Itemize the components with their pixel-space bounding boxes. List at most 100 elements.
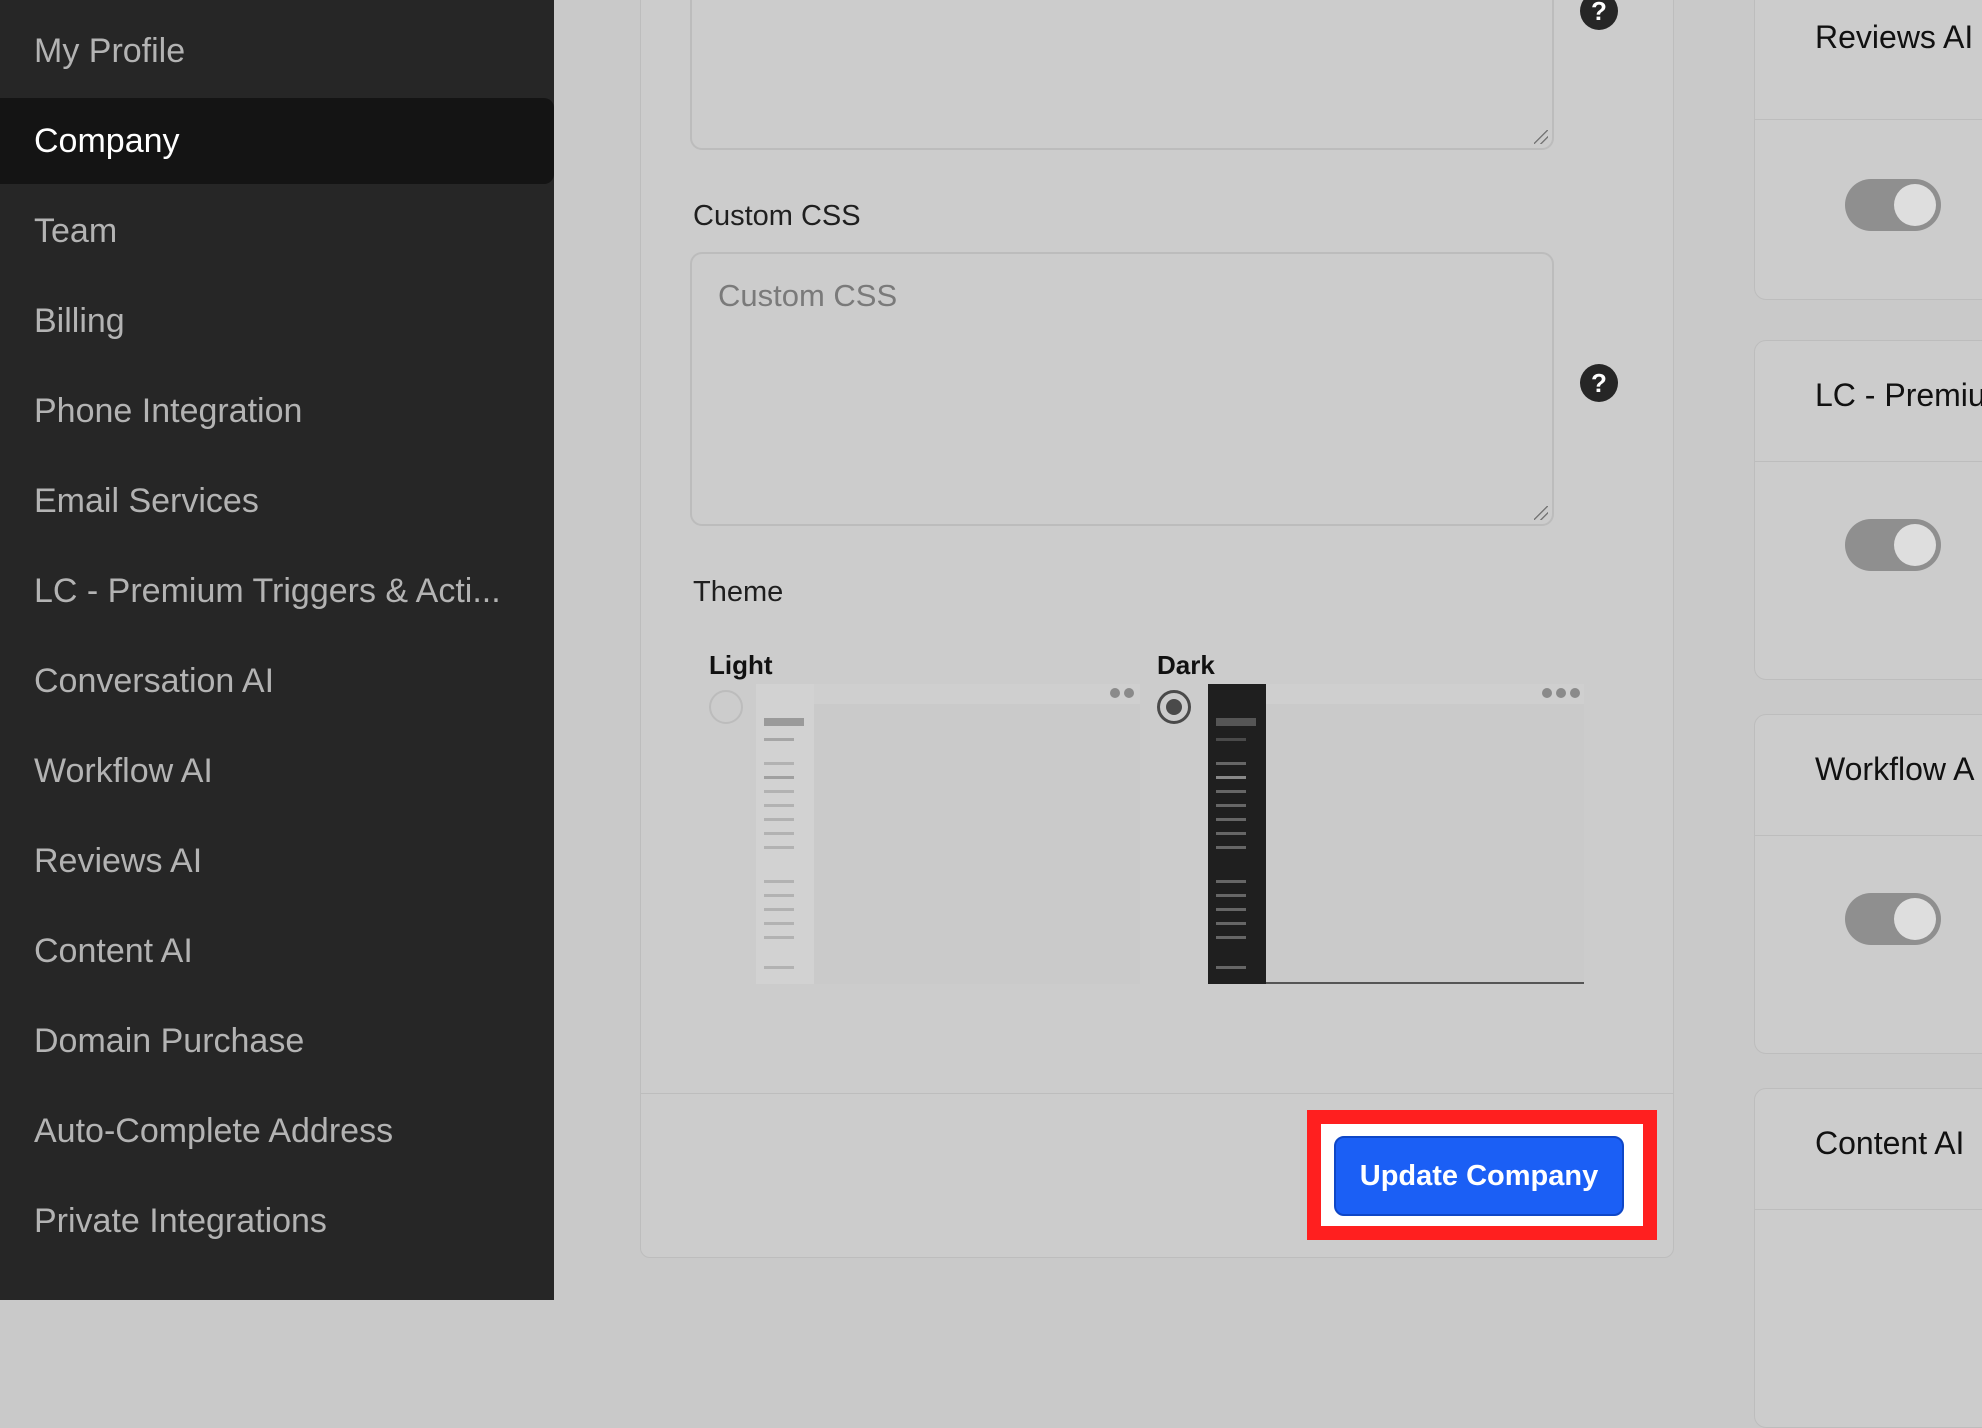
preview-line	[764, 922, 794, 925]
preview-line	[1216, 738, 1246, 741]
preview-dot-icon	[1542, 688, 1552, 698]
preview-line	[764, 846, 794, 849]
preview-dot-icon	[1570, 688, 1580, 698]
help-icon[interactable]: ?	[1580, 364, 1618, 402]
theme-light-radio[interactable]	[709, 690, 743, 724]
preview-sidebar	[1208, 684, 1266, 984]
sidebar-item-label: Team	[34, 211, 118, 250]
sidebar-item-private-integrations[interactable]: Private Integrations	[0, 1178, 554, 1264]
toggle-knob	[1894, 524, 1936, 566]
preview-line	[764, 738, 794, 741]
dark-theme-preview[interactable]	[1208, 684, 1584, 984]
preview-line	[1216, 894, 1246, 897]
theme-dark-label: Dark	[1157, 650, 1215, 680]
sidebar-item-label: Conversation AI	[34, 661, 275, 700]
preview-line	[764, 936, 794, 939]
preview-line	[764, 880, 794, 883]
feature-card-lc-premium: LC - Premiu	[1754, 340, 1982, 680]
custom-css-placeholder: Custom CSS	[718, 278, 898, 313]
preview-dot-icon	[1124, 688, 1134, 698]
preview-main	[814, 704, 1140, 984]
preview-line	[1216, 966, 1246, 969]
reviews-ai-toggle[interactable]	[1845, 179, 1941, 231]
lc-premium-toggle[interactable]	[1845, 519, 1941, 571]
preview-line	[1216, 762, 1246, 765]
sidebar-item-label: Reviews AI	[34, 841, 203, 880]
sidebar-item-label: Private Integrations	[34, 1201, 327, 1240]
toggle-knob	[1894, 184, 1936, 226]
feature-card-workflow-ai: Workflow A	[1754, 714, 1982, 1054]
preview-line	[1216, 790, 1246, 793]
custom-css-textarea[interactable]: Custom CSS	[690, 252, 1554, 526]
sidebar-item-billing[interactable]: Billing	[0, 278, 554, 364]
sidebar-item-content-ai[interactable]: Content AI	[0, 908, 554, 994]
preview-line	[764, 804, 794, 807]
preview-line	[1216, 880, 1246, 883]
sidebar-item-team[interactable]: Team	[0, 188, 554, 274]
sidebar-item-company[interactable]: Company	[0, 98, 554, 184]
preview-line	[1216, 804, 1246, 807]
toggle-knob	[1894, 898, 1936, 940]
preview-line	[764, 908, 794, 911]
theme-light-label: Light	[709, 650, 773, 680]
sidebar-item-lc-premium-triggers[interactable]: LC - Premium Triggers & Acti...	[0, 548, 554, 634]
preview-line	[764, 832, 794, 835]
company-settings-card	[640, 0, 1674, 1258]
sidebar-item-label: Auto-Complete Address	[34, 1111, 394, 1150]
feature-card-divider	[1755, 1209, 1982, 1210]
workflow-ai-toggle[interactable]	[1845, 893, 1941, 945]
previous-textarea[interactable]	[690, 0, 1554, 150]
preview-line	[764, 718, 804, 726]
sidebar-item-conversation-ai[interactable]: Conversation AI	[0, 638, 554, 724]
feature-card-divider	[1755, 835, 1982, 836]
sidebar-item-phone-integration[interactable]: Phone Integration	[0, 368, 554, 454]
sidebar-item-workflow-ai[interactable]: Workflow AI	[0, 728, 554, 814]
sidebar-item-label: Content AI	[34, 931, 193, 970]
card-footer-divider	[641, 1093, 1673, 1094]
resize-handle-icon[interactable]	[1534, 506, 1548, 520]
preview-line	[764, 894, 794, 897]
preview-sidebar	[756, 684, 814, 984]
sidebar-item-label: LC - Premium Triggers & Acti...	[34, 571, 501, 610]
sidebar-item-label: Phone Integration	[34, 391, 303, 430]
sidebar-item-label: Billing	[34, 301, 125, 340]
settings-sidebar: My Profile Company Team Billing Phone In…	[0, 0, 554, 1300]
sidebar-item-label: Workflow AI	[34, 751, 213, 790]
preview-dot-icon	[1556, 688, 1566, 698]
sidebar-item-label: My Profile	[34, 31, 186, 70]
feature-card-title: LC - Premiu	[1815, 377, 1982, 413]
update-company-button[interactable]: Update Company	[1334, 1136, 1624, 1216]
light-theme-preview[interactable]	[756, 684, 1140, 984]
sidebar-item-auto-complete-address[interactable]: Auto-Complete Address	[0, 1088, 554, 1174]
theme-dark-radio[interactable]	[1157, 690, 1191, 724]
feature-card-divider	[1755, 461, 1982, 462]
feature-card-title: Workflow A	[1815, 751, 1975, 787]
sidebar-item-reviews-ai[interactable]: Reviews AI	[0, 818, 554, 904]
sidebar-item-label: Domain Purchase	[34, 1021, 305, 1060]
sidebar-item-email-services[interactable]: Email Services	[0, 458, 554, 544]
preview-line	[1216, 922, 1246, 925]
preview-line	[1216, 846, 1246, 849]
preview-line	[1216, 776, 1246, 779]
custom-css-label: Custom CSS	[693, 200, 861, 232]
preview-line	[764, 966, 794, 969]
feature-card-content-ai: Content AI	[1754, 1088, 1982, 1428]
preview-line	[764, 790, 794, 793]
theme-label: Theme	[693, 576, 784, 608]
preview-line	[1216, 832, 1246, 835]
sidebar-item-my-profile[interactable]: My Profile	[0, 8, 554, 94]
preview-line	[1216, 936, 1246, 939]
preview-line	[764, 776, 794, 779]
preview-line	[764, 818, 794, 821]
sidebar-item-label: Company	[34, 121, 180, 160]
resize-handle-icon[interactable]	[1534, 130, 1548, 144]
feature-card-divider	[1755, 119, 1982, 120]
feature-card-reviews-ai: Reviews AI	[1754, 0, 1982, 300]
preview-line	[764, 762, 794, 765]
sidebar-item-domain-purchase[interactable]: Domain Purchase	[0, 998, 554, 1084]
preview-line	[1216, 718, 1256, 726]
preview-line	[1216, 818, 1246, 821]
preview-dot-icon	[1110, 688, 1120, 698]
feature-card-title: Reviews AI	[1815, 19, 1974, 55]
sidebar-item-label: Email Services	[34, 481, 259, 520]
